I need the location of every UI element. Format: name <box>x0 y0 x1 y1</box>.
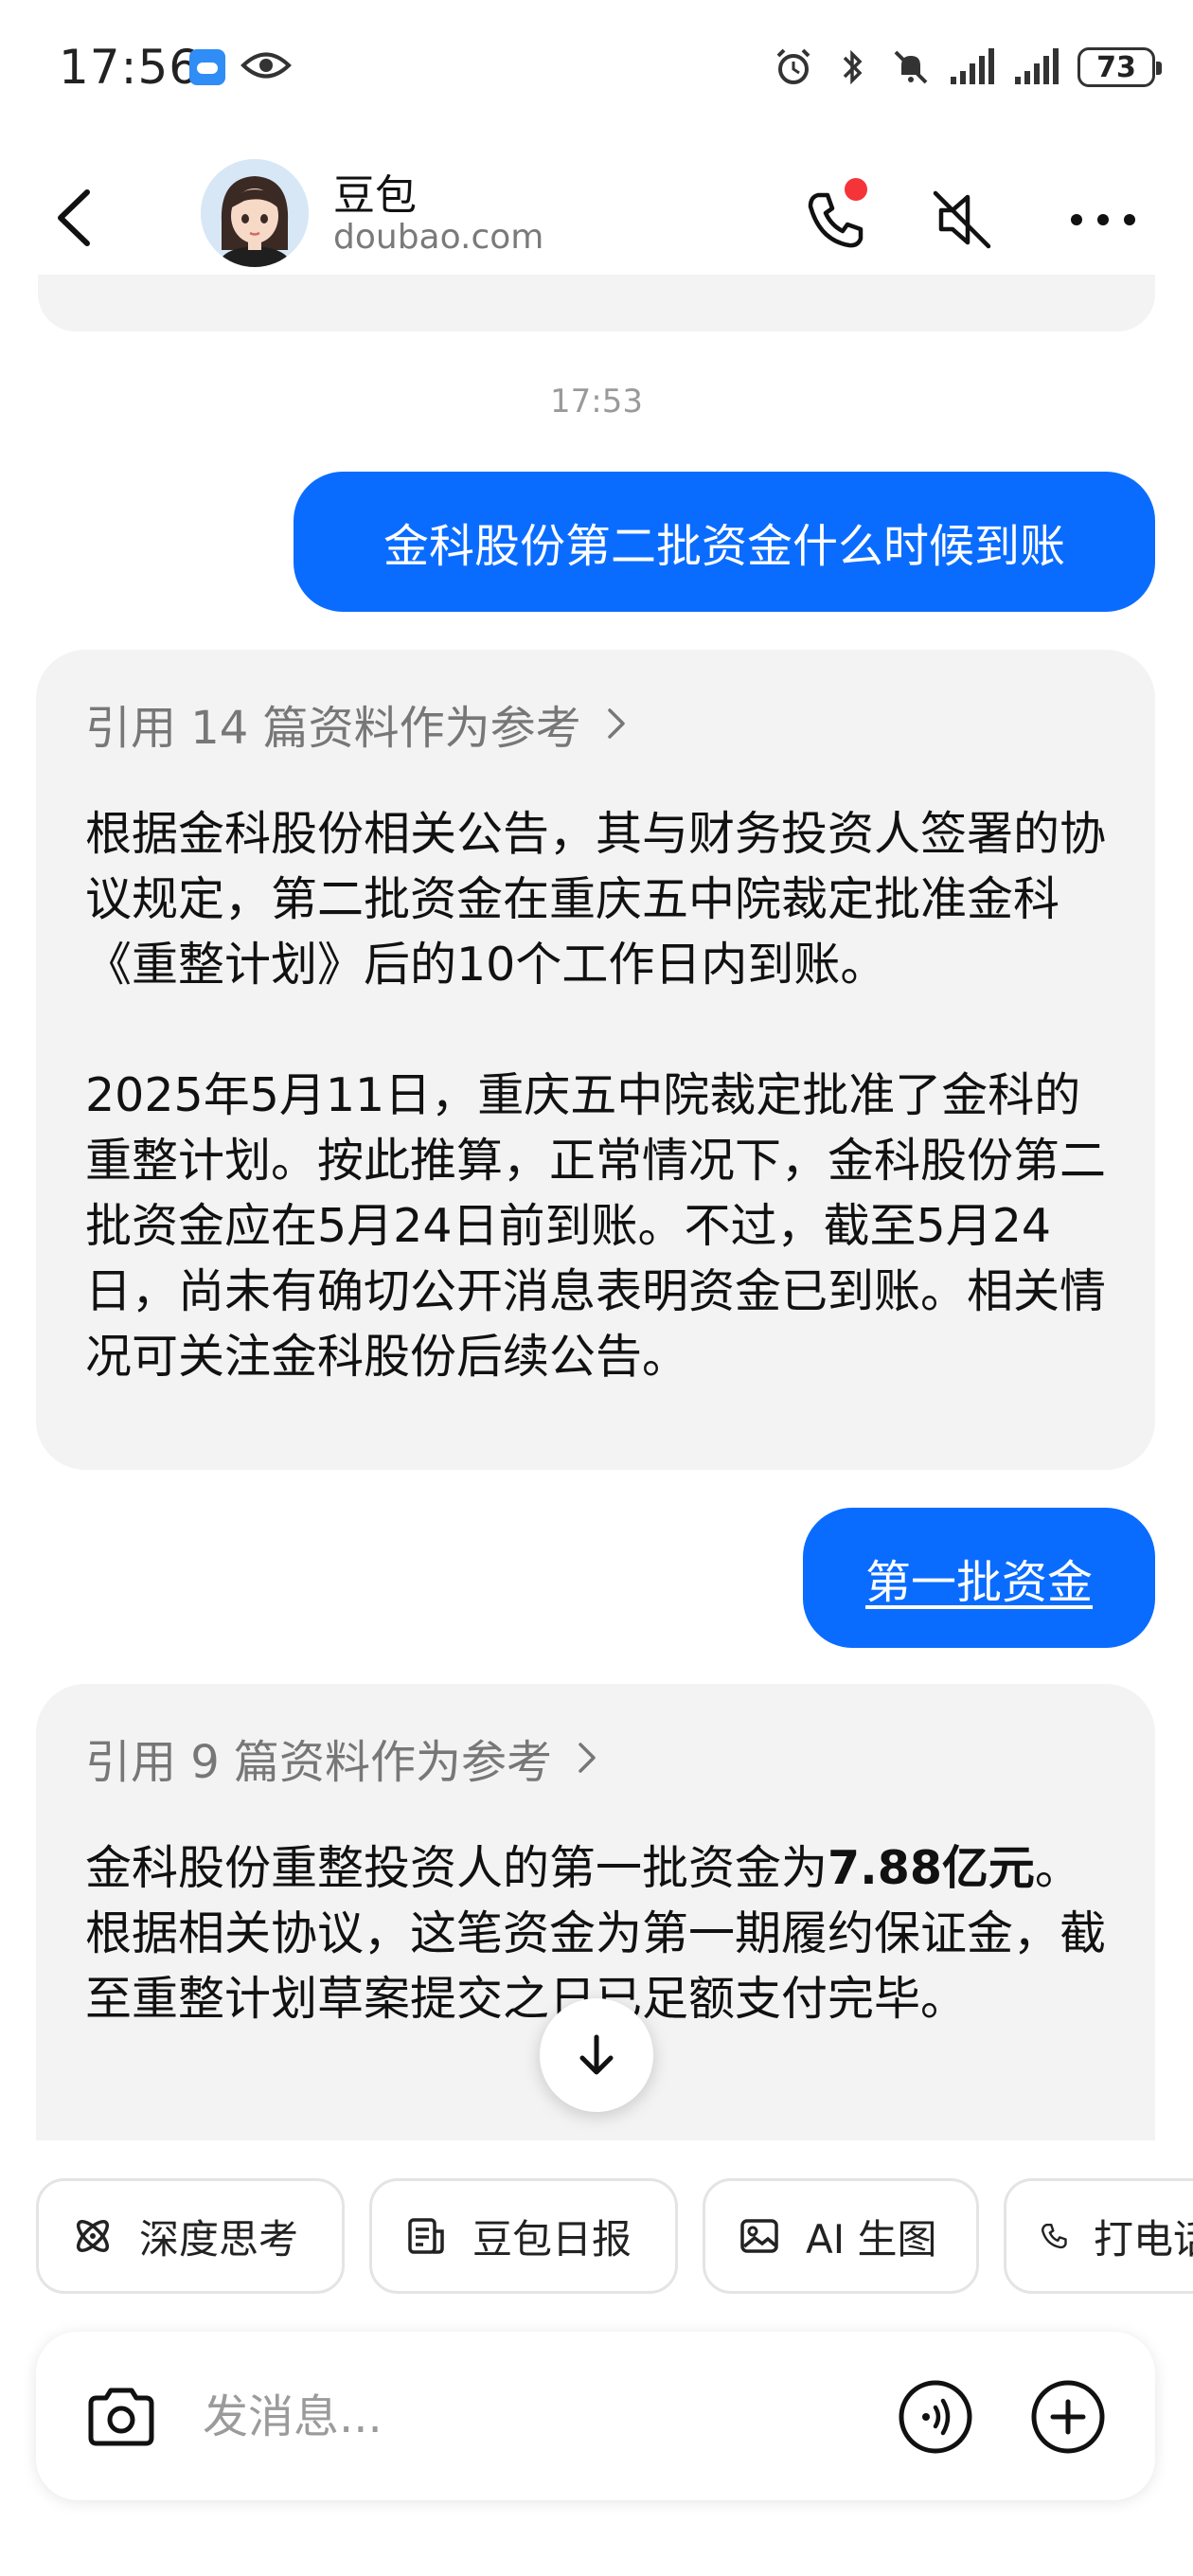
bot-domain: doubao.com <box>333 218 544 257</box>
bot-paragraph: 2025年5月11日，重庆五中院裁定批准了金科的重整计划。按此推算，正常情况下，… <box>85 1068 1107 1384</box>
status-bar: 17:56 73 <box>0 0 1193 133</box>
battery-icon: 73 <box>1077 47 1162 87</box>
bot-paragraph: 根据金科股份相关公告，其与财务投资人签署的协议规定，第二批资金在重庆五中院裁定批… <box>85 807 1107 992</box>
chip-label: AI 生图 <box>806 2215 937 2263</box>
plus-icon[interactable] <box>1028 2377 1108 2457</box>
weather-icon <box>189 49 225 85</box>
citation-label: 引用 14 篇资料作为参考 <box>85 702 581 755</box>
chat-screen: 17:56 73 豆包 doubao.com 17:53 金科股份第二批资金什么… <box>0 0 1193 2576</box>
bot-name: 豆包 <box>333 171 417 220</box>
atom-icon <box>77 2220 109 2252</box>
phone-icon <box>1041 2223 1067 2249</box>
message-input[interactable] <box>203 2379 865 2455</box>
bot-message[interactable]: 引用 14 篇资料作为参考 根据金科股份相关公告，其与财务投资人签署的协议规定，… <box>36 650 1155 1470</box>
chip-deep-think[interactable]: 深度思考 <box>36 2178 345 2294</box>
status-time: 17:56 <box>59 40 201 95</box>
image-icon <box>740 2219 778 2253</box>
eye-icon <box>240 52 292 79</box>
chevron-right-icon <box>607 708 625 739</box>
back-icon[interactable] <box>38 175 114 260</box>
chip-ai-image[interactable]: AI 生图 <box>703 2178 979 2294</box>
newspaper-icon <box>408 2218 444 2254</box>
message-timestamp: 17:53 <box>550 383 643 420</box>
message-input-bar <box>36 2332 1155 2500</box>
quick-action-chips: 深度思考 豆包日报 AI 生图 打电话 <box>36 2178 1193 2294</box>
notification-dot <box>845 178 867 201</box>
chip-label: 豆包日报 <box>472 2215 632 2263</box>
citation-link[interactable]: 引用 14 篇资料作为参考 <box>85 695 1106 755</box>
bluetooth-icon <box>843 49 863 85</box>
bot-message-text: 根据金科股份相关公告，其与财务投资人签署的协议规定，第二批资金在重庆五中院裁定批… <box>85 801 1117 1389</box>
scroll-down-button[interactable] <box>540 1998 653 2112</box>
bot-text-bold: 7.88亿元 <box>828 1841 1035 1895</box>
chevron-right-icon <box>579 1743 596 1773</box>
signal-icon <box>951 48 994 84</box>
avatar-illustration <box>201 159 309 267</box>
chip-phone-call[interactable]: 打电话 <box>1004 2178 1193 2294</box>
bot-text-segment: 金科股份重整投资人的第一批资金为 <box>85 1841 828 1895</box>
arrow-down-icon <box>579 2034 614 2075</box>
chip-daily-report[interactable]: 豆包日报 <box>369 2178 678 2294</box>
user-message[interactable]: 金科股份第二批资金什么时候到账 <box>294 472 1155 612</box>
chip-label: 打电话 <box>1093 2215 1193 2263</box>
chip-label: 深度思考 <box>139 2215 299 2263</box>
status-icons: 73 <box>773 42 1162 93</box>
speaker-off-icon[interactable] <box>924 182 1000 258</box>
citation-link[interactable]: 引用 9 篇资料作为参考 <box>85 1729 1106 1789</box>
avatar[interactable] <box>201 159 309 267</box>
signal-icon <box>1015 48 1059 84</box>
citation-label: 引用 9 篇资料作为参考 <box>85 1736 553 1789</box>
alarm-icon <box>776 48 810 84</box>
user-message[interactable]: 第一批资金 <box>803 1508 1155 1648</box>
more-icon[interactable] <box>1060 182 1146 258</box>
camera-icon[interactable] <box>81 2377 161 2457</box>
previous-message-bubble <box>38 275 1155 331</box>
voice-icon[interactable] <box>896 2377 975 2457</box>
mute-icon <box>894 50 928 84</box>
